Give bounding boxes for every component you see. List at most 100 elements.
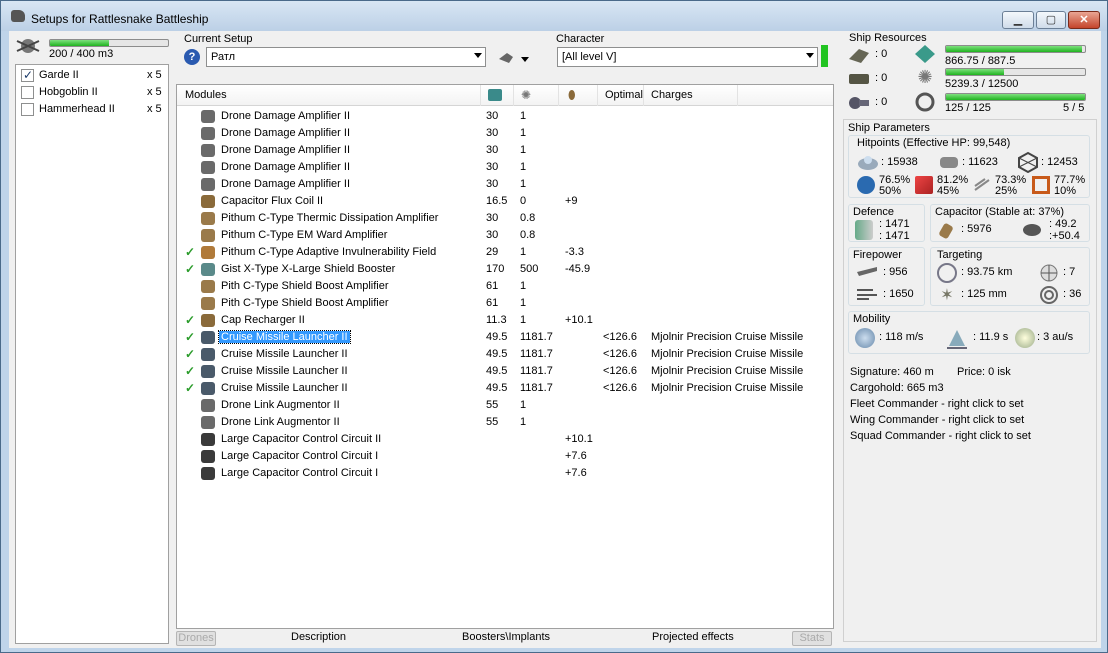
module-charge[interactable]: Mjolnir Precision Cruise Missile xyxy=(651,365,803,377)
setup-select-value: Ратл xyxy=(211,51,236,63)
drone-checkbox[interactable] xyxy=(21,103,34,116)
wing-commander-slot[interactable]: Wing Commander - right click to set xyxy=(850,414,1024,426)
module-charge[interactable]: Mjolnir Precision Cruise Missile xyxy=(651,382,803,394)
missile-dps-icon xyxy=(855,285,879,303)
low-slot-icon xyxy=(847,93,871,113)
module-row[interactable]: Large Capacitor Control Circuit I +7.6 xyxy=(181,448,821,465)
module-name: Large Capacitor Control Circuit I xyxy=(221,450,379,462)
character-select[interactable]: [All level V] xyxy=(557,47,818,67)
module-row[interactable]: Large Capacitor Control Circuit II +10.1 xyxy=(181,431,821,448)
module-row[interactable]: ✓ Cap Recharger II 11.3 1 +10.1 xyxy=(181,312,821,329)
module-row[interactable]: ✓ Pithum C-Type Adaptive Invulnerability… xyxy=(181,244,821,261)
module-row[interactable]: Drone Damage Amplifier II 30 1 xyxy=(181,108,821,125)
module-powergrid: 1 xyxy=(520,161,527,173)
powergrid-icon: ✺ xyxy=(521,88,532,102)
module-row[interactable]: Drone Link Augmentor II 55 1 xyxy=(181,414,821,431)
module-row[interactable]: ✓ Cruise Missile Launcher II 49.5 1181.7… xyxy=(181,346,821,363)
module-row[interactable]: Pith C-Type Shield Boost Amplifier 61 1 xyxy=(181,295,821,312)
close-button[interactable]: ✕ xyxy=(1068,11,1100,29)
module-name: Cruise Missile Launcher II xyxy=(221,382,348,394)
drone-item[interactable]: Hammerhead II x 5 xyxy=(16,101,168,118)
tab-stats[interactable]: Stats xyxy=(792,631,832,646)
tab-description[interactable]: Description xyxy=(291,631,346,646)
maximize-button[interactable]: ▢ xyxy=(1036,11,1066,29)
module-name: Pithum C-Type Thermic Dissipation Amplif… xyxy=(221,212,439,224)
turret-dps-icon xyxy=(855,262,879,280)
module-name: Drone Damage Amplifier II xyxy=(221,144,350,156)
module-cpu: 170 xyxy=(486,263,505,275)
module-powergrid: 1 xyxy=(520,178,527,190)
squad-commander-slot[interactable]: Squad Commander - right click to set xyxy=(850,430,1031,442)
title-bar[interactable]: Setups for Rattlesnake Battleship ▁ ▢ ✕ xyxy=(1,1,1107,31)
module-row[interactable]: Capacitor Flux Coil II 16.5 0 +9 xyxy=(181,193,821,210)
module-row[interactable]: Pithum C-Type Thermic Dissipation Amplif… xyxy=(181,210,821,227)
armor-icon xyxy=(938,151,960,173)
module-powergrid: 1181.7 xyxy=(520,331,553,343)
tab-bar: Drones Description Boosters\Implants Pro… xyxy=(176,631,834,647)
character-label: Character xyxy=(556,33,605,45)
module-row[interactable]: Drone Damage Amplifier II 30 1 xyxy=(181,142,821,159)
module-active-icon[interactable]: ✓ xyxy=(185,330,195,344)
hitpoints-group: Hitpoints (Effective HP: 99,548) : 15938… xyxy=(848,135,1090,198)
calibration-bar xyxy=(945,93,1086,101)
tab-drones[interactable]: Drones xyxy=(176,631,216,646)
module-row[interactable]: ✓ Cruise Missile Launcher II 49.5 1181.7… xyxy=(181,380,821,397)
col-modules[interactable]: Modules xyxy=(185,89,227,101)
app-icon xyxy=(11,10,25,22)
module-icon xyxy=(201,382,215,395)
module-charge[interactable]: Mjolnir Precision Cruise Missile xyxy=(651,348,803,360)
capacitor-value-1: : 49.2 xyxy=(1049,218,1077,230)
module-active-icon[interactable]: ✓ xyxy=(185,262,195,276)
drone-checkbox[interactable] xyxy=(21,86,34,99)
drone-list[interactable]: Garde II x 5 Hobgoblin II x 5 Hammerhead… xyxy=(15,64,169,644)
ship-parameters-title: Ship Parameters xyxy=(848,122,930,134)
drone-item[interactable]: Garde II x 5 xyxy=(16,67,168,84)
module-optimal: <126.6 xyxy=(603,382,637,394)
module-active-icon[interactable]: ✓ xyxy=(185,364,195,378)
module-icon xyxy=(201,161,215,174)
module-row[interactable]: Pith C-Type Shield Boost Amplifier 61 1 xyxy=(181,278,821,295)
targeting-range-icon xyxy=(937,263,957,283)
module-active-icon[interactable]: ✓ xyxy=(185,381,195,395)
module-row[interactable]: Drone Damage Amplifier II 30 1 xyxy=(181,125,821,142)
module-row[interactable]: Drone Damage Amplifier II 30 1 xyxy=(181,176,821,193)
module-row[interactable]: Drone Damage Amplifier II 30 1 xyxy=(181,159,821,176)
max-targets-value: : 7 xyxy=(1063,266,1076,278)
col-charges[interactable]: Charges xyxy=(651,89,693,101)
module-list-header: Modules ✺ ⬮ Optimal Charges xyxy=(177,85,833,106)
module-powergrid: 0.8 xyxy=(520,212,536,224)
module-icon xyxy=(201,246,215,259)
module-list[interactable]: Modules ✺ ⬮ Optimal Charges Drone Damage… xyxy=(176,84,834,629)
cpu-value: 866.75 / 887.5 xyxy=(945,55,1016,67)
firepower-value-1: : 956 xyxy=(883,266,908,278)
module-row[interactable]: ✓ Gist X-Type X-Large Shield Booster 170… xyxy=(181,261,821,278)
module-active-icon[interactable]: ✓ xyxy=(185,245,195,259)
ship-menu-button[interactable] xyxy=(497,49,531,67)
module-row[interactable]: Pithum C-Type EM Ward Amplifier 30 0.8 xyxy=(181,227,821,244)
hitpoints-label: Hitpoints (Effective HP: 99,548) xyxy=(857,137,1011,149)
module-row[interactable]: Large Capacitor Control Circuit I +7.6 xyxy=(181,465,821,482)
firepower-group: Firepower : 956 : 1650 xyxy=(848,247,925,306)
warp-speed-value: : 3 au/s xyxy=(1037,331,1074,343)
help-icon[interactable]: ? xyxy=(184,49,200,65)
calibration-icon xyxy=(912,91,938,113)
col-optimal[interactable]: Optimal xyxy=(605,89,643,101)
module-active-icon[interactable]: ✓ xyxy=(185,347,195,361)
module-charge[interactable]: Mjolnir Precision Cruise Missile xyxy=(651,331,803,343)
max-velocity-value: : 118 m/s xyxy=(879,331,924,343)
module-row[interactable]: ✓ Cruise Missile Launcher II 49.5 1181.7… xyxy=(181,329,821,346)
module-powergrid: 0 xyxy=(520,195,527,207)
tab-projected-effects[interactable]: Projected effects xyxy=(652,631,734,646)
module-row[interactable]: ✓ Cruise Missile Launcher II 49.5 1181.7… xyxy=(181,363,821,380)
module-row[interactable]: Drone Link Augmentor II 55 1 xyxy=(181,397,821,414)
launcher-slots-value: 5 / 5 xyxy=(1063,102,1085,114)
app-window: Setups for Rattlesnake Battleship ▁ ▢ ✕ … xyxy=(0,0,1108,653)
tab-boosters-implants[interactable]: Boosters\Implants xyxy=(462,631,550,646)
drone-item[interactable]: Hobgoblin II x 5 xyxy=(16,84,168,101)
fleet-commander-slot[interactable]: Fleet Commander - right click to set xyxy=(850,398,1024,410)
minimize-button[interactable]: ▁ xyxy=(1002,11,1034,29)
setup-select[interactable]: Ратл xyxy=(206,47,486,67)
module-active-icon[interactable]: ✓ xyxy=(185,313,195,327)
drone-checkbox[interactable] xyxy=(21,68,34,82)
module-capacitor: +7.6 xyxy=(565,450,587,462)
